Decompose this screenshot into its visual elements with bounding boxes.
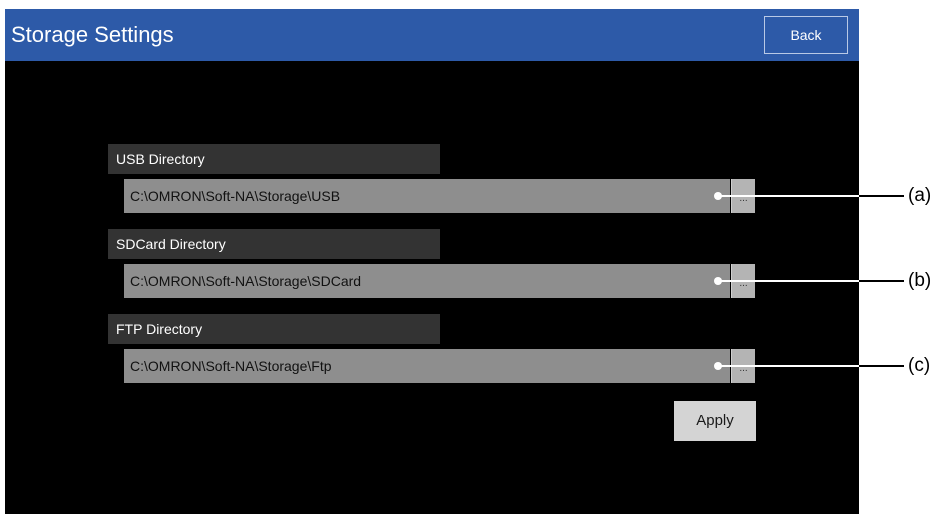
callout-a-line-ext bbox=[859, 195, 904, 197]
ftp-directory-label: FTP Directory bbox=[108, 314, 440, 344]
callout-a-label: (a) bbox=[908, 185, 932, 206]
storage-settings-screen: Storage Settings Back USB Directory C:\O… bbox=[5, 9, 859, 514]
callout-c-label: (c) bbox=[908, 355, 931, 376]
title-bar: Storage Settings Back bbox=[5, 9, 859, 61]
sdcard-directory-label: SDCard Directory bbox=[108, 229, 440, 259]
usb-directory-field[interactable]: C:\OMRON\Soft-NA\Storage\USB bbox=[124, 179, 730, 213]
sdcard-directory-field[interactable]: C:\OMRON\Soft-NA\Storage\SDCard bbox=[124, 264, 730, 298]
callout-b-label: (b) bbox=[908, 270, 932, 291]
back-button[interactable]: Back bbox=[764, 16, 848, 54]
callout-c-line-ext bbox=[859, 365, 904, 367]
ftp-directory-field[interactable]: C:\OMRON\Soft-NA\Storage\Ftp bbox=[124, 349, 730, 383]
apply-button[interactable]: Apply bbox=[674, 401, 756, 441]
usb-directory-label: USB Directory bbox=[108, 144, 440, 174]
callout-b-line-ext bbox=[859, 280, 904, 282]
page-title: Storage Settings bbox=[11, 22, 174, 47]
